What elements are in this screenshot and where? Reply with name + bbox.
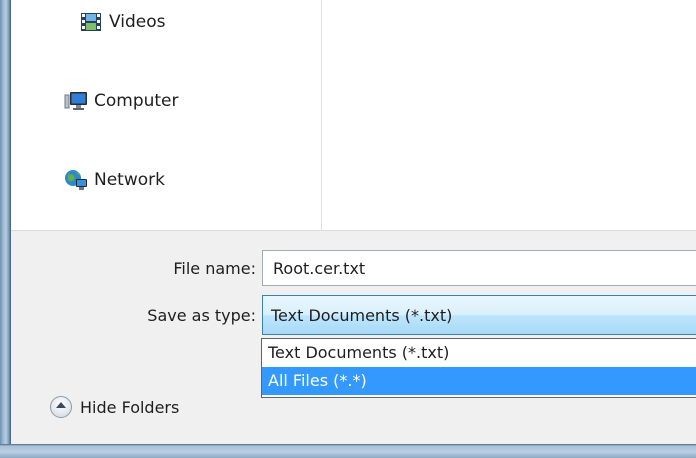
network-icon <box>64 168 88 192</box>
hide-folders-button[interactable]: Hide Folders <box>50 396 179 418</box>
window-frame-bottom <box>0 444 696 458</box>
save-as-type-label: Save as type: <box>147 306 256 325</box>
save-as-type-select[interactable]: Text Documents (*.txt) <box>262 295 696 335</box>
computer-icon <box>64 89 88 113</box>
videos-icon <box>79 10 103 34</box>
save-as-type-value: Text Documents (*.txt) <box>271 305 453 325</box>
chevron-up-icon <box>50 396 72 418</box>
navigation-pane: Videos Computer Network <box>11 0 321 230</box>
save-as-type-dropdown: Text Documents (*.txt) All Files (*.*) <box>261 338 696 398</box>
nav-item-network[interactable]: Network <box>64 168 165 192</box>
nav-item-label: Computer <box>94 91 179 111</box>
file-list-pane[interactable] <box>322 0 696 230</box>
file-name-input[interactable] <box>262 250 696 286</box>
dropdown-option-text-documents[interactable]: Text Documents (*.txt) <box>262 339 696 367</box>
file-name-label: File name: <box>173 259 256 278</box>
hide-folders-label: Hide Folders <box>80 397 180 417</box>
window-frame-left <box>0 0 11 458</box>
nav-item-computer[interactable]: Computer <box>64 89 179 113</box>
nav-item-videos[interactable]: Videos <box>79 10 166 34</box>
nav-item-label: Network <box>94 170 165 190</box>
nav-item-label: Videos <box>109 12 166 32</box>
dropdown-option-all-files[interactable]: All Files (*.*) <box>262 367 696 395</box>
